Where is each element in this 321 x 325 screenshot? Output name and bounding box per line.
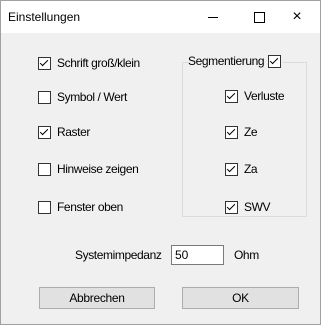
option-za[interactable]: Za [225, 162, 258, 176]
cancel-button[interactable]: Abbrechen [39, 287, 155, 309]
checkbox-fenster-oben[interactable] [38, 200, 51, 214]
checkbox-swv[interactable] [225, 200, 238, 214]
segmentierung-toggle[interactable]: Segmentierung [188, 54, 284, 68]
checkbox-hinweise[interactable] [38, 162, 51, 176]
maximize-icon [253, 11, 265, 23]
option-label: Ze [244, 125, 258, 139]
impedance-unit: Ohm [234, 248, 259, 262]
minimize-icon [208, 16, 218, 18]
option-hinweise-zeigen[interactable]: Hinweise zeigen [38, 162, 139, 176]
option-verluste[interactable]: Verluste [225, 89, 285, 103]
ok-button[interactable]: OK [182, 287, 299, 309]
checkbox-verluste[interactable] [225, 89, 238, 103]
close-icon: × [292, 8, 302, 25]
checkbox-raster[interactable] [38, 125, 51, 139]
window-title: Einstellungen [8, 10, 81, 24]
option-label: SWV [244, 200, 271, 214]
title-bar: Einstellungen × [1, 1, 320, 33]
segmentierung-group [182, 62, 307, 217]
impedance-input[interactable]: 50 [171, 245, 224, 265]
option-symbol-wert[interactable]: Symbol / Wert [38, 90, 127, 104]
group-label: Segmentierung [188, 54, 265, 68]
option-label: Raster [57, 125, 90, 139]
option-label: Fenster oben [57, 200, 123, 214]
minimize-button[interactable] [190, 1, 236, 33]
checkbox-schrift[interactable] [38, 56, 51, 70]
option-label: Verluste [244, 89, 285, 103]
option-label: Schrift groß/klein [57, 56, 140, 70]
option-schrift-gross-klein[interactable]: Schrift groß/klein [38, 56, 140, 70]
option-fenster-oben[interactable]: Fenster oben [38, 200, 123, 214]
option-swv[interactable]: SWV [225, 200, 271, 214]
settings-dialog: Einstellungen × Schrift groß/klein Symbo… [0, 0, 321, 325]
checkbox-ze[interactable] [225, 125, 238, 139]
option-raster[interactable]: Raster [38, 125, 90, 139]
option-label: Symbol / Wert [57, 90, 127, 104]
option-ze[interactable]: Ze [225, 125, 258, 139]
impedance-label: Systemimpedanz [75, 248, 162, 262]
close-button[interactable]: × [274, 1, 320, 33]
option-label: Za [244, 162, 258, 176]
checkbox-symbol-wert[interactable] [38, 90, 51, 104]
checkbox-za[interactable] [225, 162, 238, 176]
option-label: Hinweise zeigen [57, 162, 139, 176]
checkbox-segmentierung[interactable] [268, 54, 282, 68]
